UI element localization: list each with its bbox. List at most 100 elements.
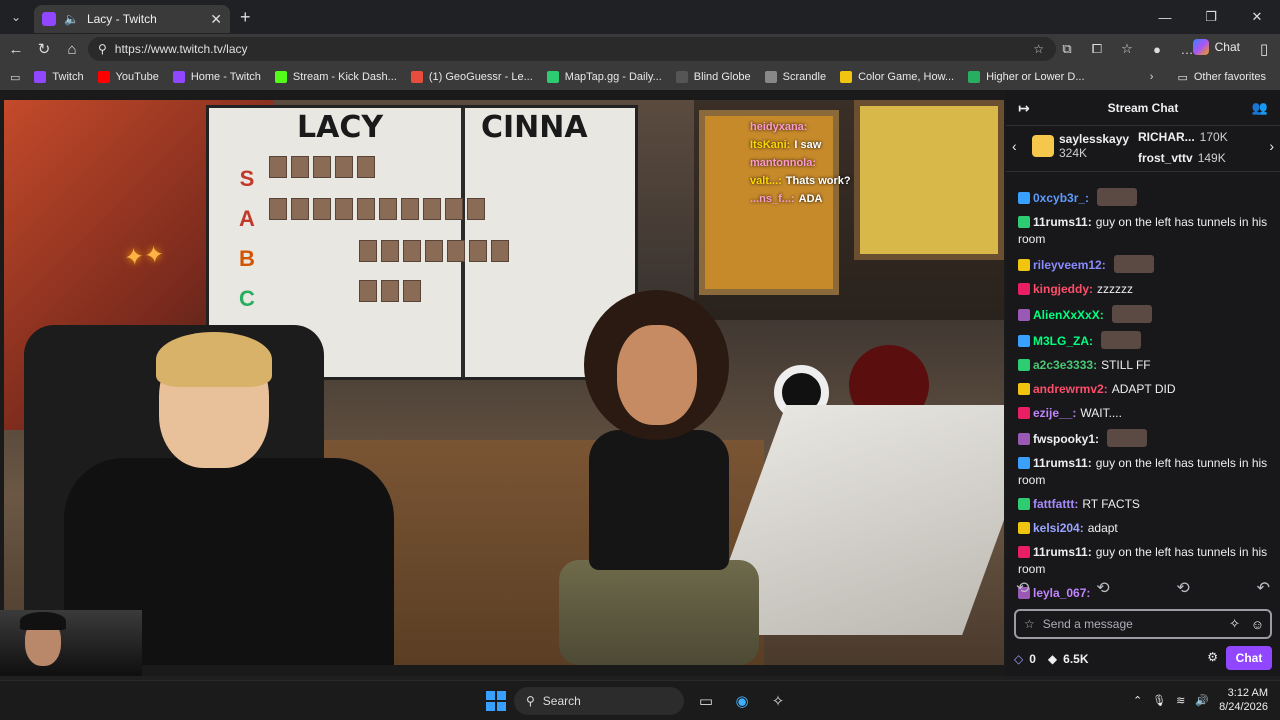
app-icon[interactable]: ✧: [764, 687, 792, 715]
chat-username[interactable]: kingjeddy:: [1033, 282, 1093, 296]
maximize-button[interactable]: ❐: [1188, 0, 1234, 34]
start-button-icon[interactable]: [486, 691, 506, 711]
chat-text: WAIT....: [1080, 406, 1122, 420]
chat-message[interactable]: rileyveem12:: [1018, 255, 1268, 274]
chat-username[interactable]: kelsi204:: [1033, 521, 1084, 535]
chat-message[interactable]: kelsi204: adapt: [1018, 520, 1268, 537]
chat-message[interactable]: fattfattt: RT FACTS: [1018, 496, 1268, 513]
other-favorites[interactable]: › ▭ Other favorites: [1150, 71, 1266, 84]
bookmark-favicon-icon: [546, 71, 559, 83]
chat-username[interactable]: 11rums11:: [1033, 215, 1092, 229]
bookmark-item[interactable]: YouTube: [97, 71, 159, 83]
chat-text: ADAPT DID: [1111, 382, 1176, 396]
clock[interactable]: 3:12 AM 8/24/2026: [1219, 686, 1268, 714]
user-badge-icon: [1018, 383, 1030, 395]
leaderboard-next-icon[interactable]: ›: [1269, 138, 1274, 154]
chat-username[interactable]: AlienXxXxX:: [1033, 308, 1104, 322]
chat-username[interactable]: andrewrmv2:: [1033, 382, 1108, 396]
chevron-right-icon[interactable]: ›: [1150, 71, 1154, 83]
minimize-button[interactable]: —: [1142, 0, 1188, 34]
stream-scene: ✦✦ LACY CINNA S A B C heidyxana: ItsKani…: [4, 100, 1004, 665]
url-field[interactable]: ⚲ https://www.twitch.tv/lacy ☆: [88, 37, 1056, 61]
leader-3[interactable]: frost_vttv 149K: [1138, 151, 1226, 165]
bits-star-icon[interactable]: ☆: [1024, 617, 1035, 631]
bookmark-item[interactable]: (1) GeoGuessr - Le...: [410, 71, 533, 83]
leader-1[interactable]: saylesskayy 324K: [1032, 132, 1129, 160]
collapse-chat-icon[interactable]: ↦: [1018, 100, 1030, 117]
bookmark-item[interactable]: Twitch: [34, 71, 84, 83]
chat-username[interactable]: ezije__:: [1033, 406, 1076, 420]
extensions-icon[interactable]: ⧉: [1054, 37, 1080, 61]
bookmark-item[interactable]: Scrandle: [764, 71, 827, 83]
sparkle-icon[interactable]: ✧: [1229, 616, 1240, 632]
overlay-chat-line: ...ns_f...: ADA: [750, 190, 851, 208]
tab-actions-menu[interactable]: ⌄: [4, 5, 28, 29]
site-info-icon[interactable]: ⚲: [98, 42, 107, 56]
bookmark-label: Scrandle: [782, 71, 827, 83]
emote-picker-icon[interactable]: ☺: [1251, 617, 1264, 632]
new-tab-button[interactable]: +: [240, 7, 251, 28]
browser-tab[interactable]: 🔈 Lacy - Twitch ✕: [34, 5, 230, 33]
bookmark-item[interactable]: MapTap.gg - Daily...: [546, 71, 662, 83]
leaderboard-prev-icon[interactable]: ‹: [1012, 138, 1017, 154]
back-button[interactable]: ←: [2, 35, 30, 63]
reading-list-icon[interactable]: ▭: [10, 71, 20, 84]
chat-message[interactable]: ezije__: WAIT....: [1018, 405, 1268, 422]
edge-browser-icon[interactable]: ◉: [728, 687, 756, 715]
bookmark-item[interactable]: Higher or Lower D...: [968, 71, 1085, 83]
bookmark-item[interactable]: Home - Twitch: [172, 71, 261, 83]
emote-shortcuts: ⟲ ⟲ ⟲ ↶: [1016, 578, 1270, 598]
tray-chevron-icon[interactable]: ⌃: [1133, 694, 1142, 707]
favorites-icon[interactable]: ☆: [1114, 37, 1140, 61]
leader-2[interactable]: RICHAR... 170K: [1138, 130, 1228, 144]
refresh-button[interactable]: ↻: [30, 35, 58, 63]
sidebar-toggle-icon[interactable]: ▯: [1250, 35, 1278, 63]
emote-shortcut-icon[interactable]: ⟲: [1176, 578, 1189, 598]
microphone-icon[interactable]: 🎙: [1152, 694, 1166, 707]
split-screen-icon[interactable]: ⧠: [1084, 37, 1110, 61]
chat-username[interactable]: fwspooky1:: [1033, 432, 1099, 446]
profile-avatar[interactable]: ●: [1144, 37, 1170, 61]
community-icon[interactable]: 👥: [1252, 100, 1268, 116]
chat-message[interactable]: andrewrmv2: ADAPT DID: [1018, 381, 1268, 398]
taskbar-search[interactable]: ⚲ Search: [514, 687, 684, 715]
file-explorer-icon[interactable]: ▭: [692, 687, 720, 715]
chat-message[interactable]: M3LG_ZA:: [1018, 331, 1268, 350]
chat-message[interactable]: a2c3e3333: STILL FF: [1018, 357, 1268, 374]
address-bar-row: ← ↻ ⌂ ⚲ https://www.twitch.tv/lacy ☆ ⧉ ⧠…: [0, 34, 1280, 64]
channel-points[interactable]: ◇ 0 ◆ 6.5K: [1014, 652, 1089, 666]
chat-message[interactable]: 11rums11: guy on the left has tunnels in …: [1018, 455, 1268, 489]
chat-username[interactable]: rileyveem12:: [1033, 258, 1106, 272]
chat-username[interactable]: a2c3e3333:: [1033, 358, 1097, 372]
bookmark-item[interactable]: Color Game, How...: [840, 71, 954, 83]
chat-username[interactable]: 11rums11:: [1033, 456, 1092, 470]
chat-username[interactable]: 0xcyb3r_:: [1033, 191, 1089, 205]
chat-message[interactable]: fwspooky1:: [1018, 429, 1268, 448]
emote-shortcut-icon[interactable]: ⟲: [1016, 578, 1029, 598]
close-tab-icon[interactable]: ✕: [210, 11, 222, 28]
bookmark-item[interactable]: Stream - Kick Dash...: [274, 71, 397, 83]
chat-settings-icon[interactable]: ⚙: [1207, 650, 1218, 664]
chat-send-button[interactable]: Chat: [1226, 646, 1272, 670]
favorite-star-icon[interactable]: ☆: [1033, 42, 1044, 56]
leader-3-count: 149K: [1197, 151, 1226, 165]
chat-message[interactable]: 11rums11: guy on the left has tunnels in …: [1018, 544, 1268, 578]
chat-message[interactable]: kingjeddy: zzzzzz: [1018, 281, 1268, 298]
speaker-icon[interactable]: 🔈: [64, 12, 79, 26]
chat-message[interactable]: 11rums11: guy on the left has tunnels in …: [1018, 214, 1268, 248]
chat-username[interactable]: M3LG_ZA:: [1033, 334, 1093, 348]
wifi-icon[interactable]: ≋: [1176, 694, 1185, 707]
home-button[interactable]: ⌂: [58, 35, 86, 63]
chat-input[interactable]: ☆ Send a message ✧ ☺: [1014, 609, 1272, 639]
chat-message[interactable]: AlienXxXxX:: [1018, 305, 1268, 324]
volume-icon[interactable]: 🔊: [1195, 694, 1209, 707]
emote-shortcut-icon[interactable]: ⟲: [1096, 578, 1109, 598]
bookmark-item[interactable]: Blind Globe: [675, 71, 751, 83]
video-player[interactable]: ✦✦ LACY CINNA S A B C heidyxana: ItsKani…: [0, 90, 1006, 676]
copilot-button[interactable]: Chat: [1192, 39, 1240, 55]
chat-message[interactable]: 0xcyb3r_:: [1018, 188, 1268, 207]
chat-username[interactable]: fattfattt:: [1033, 497, 1078, 511]
reply-icon[interactable]: ↶: [1257, 578, 1270, 598]
close-window-button[interactable]: ✕: [1234, 0, 1280, 34]
chat-username[interactable]: 11rums11:: [1033, 545, 1092, 559]
